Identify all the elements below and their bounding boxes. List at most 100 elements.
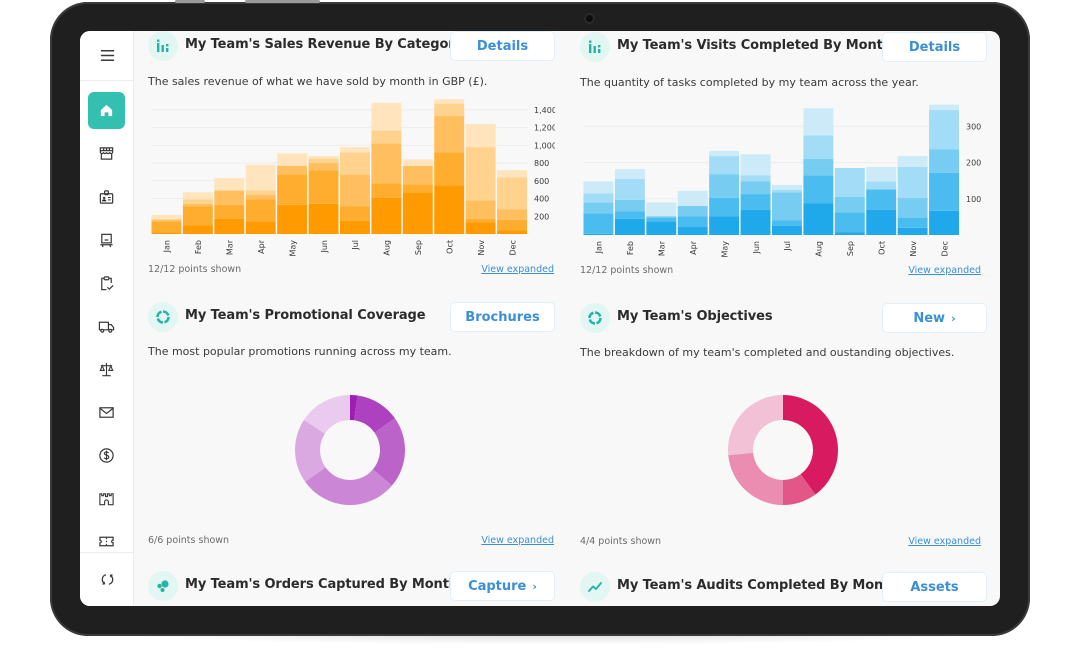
bar-segment-apr-1[interactable] [677,227,708,235]
bar-segment-mar-2[interactable] [646,217,677,222]
bar-segment-apr-5[interactable] [677,190,708,207]
bar-segment-may-5[interactable] [277,153,308,166]
bar-segment-feb-2[interactable] [182,206,213,226]
sidebar-item-finance[interactable] [88,437,125,474]
bar-segment-mar-3[interactable] [214,190,245,205]
bar-segment-nov-1[interactable] [897,227,928,235]
bar-segment-feb-2[interactable] [614,211,645,219]
bar-segment-dec-4[interactable] [497,177,527,210]
bar-segment-aug-5[interactable] [371,102,402,131]
bar-segment-nov-4[interactable] [897,166,928,199]
bar-segment-jun-5[interactable] [740,154,771,176]
bar-segment-apr-1[interactable] [245,221,276,234]
bar-segment-dec-5[interactable] [929,104,959,111]
bar-segment-sep-5[interactable] [402,159,433,166]
bar-segment-feb-1[interactable] [182,225,213,234]
bar-segment-aug-2[interactable] [803,175,834,204]
bar-segment-may-2[interactable] [709,197,740,217]
bar-segment-nov-3[interactable] [897,198,928,218]
bar-segment-sep-1[interactable] [402,192,433,234]
bar-segment-may-4[interactable] [709,156,740,175]
bar-segment-jul-2[interactable] [772,220,802,226]
bar-segment-aug-4[interactable] [371,130,402,144]
bar-segment-dec-2[interactable] [929,172,959,211]
bar-segment-oct-2[interactable] [866,189,897,210]
bar-segment-mar-1[interactable] [214,218,245,234]
bar-segment-sep-1[interactable] [834,232,865,235]
sync-button[interactable] [80,552,134,606]
bar-segment-jul-5[interactable] [340,147,370,153]
bar-segment-feb-4[interactable] [182,199,213,204]
details-button[interactable]: Details [450,31,555,61]
sidebar-item-deliveries[interactable] [88,308,125,345]
bar-segment-dec-3[interactable] [497,209,527,220]
bar-segment-jun-2[interactable] [308,170,339,204]
bar-segment-feb-4[interactable] [614,178,645,200]
assets-button[interactable]: Assets [882,572,987,602]
brochures-button[interactable]: Brochures [450,302,555,332]
bar-segment-mar-5[interactable] [646,202,677,217]
bar-segment-jul-1[interactable] [340,220,370,234]
bar-segment-aug-5[interactable] [803,108,834,136]
bar-segment-jul-5[interactable] [772,185,802,190]
view-expanded-link[interactable]: View expanded [481,535,554,546]
bar-segment-sep-4[interactable] [834,168,865,197]
bar-segment-jan-5[interactable] [583,181,614,194]
bar-segment-sep-2[interactable] [402,184,433,193]
sidebar-item-kiosk[interactable] [88,222,125,259]
bar-segment-jul-2[interactable] [340,206,370,221]
bar-segment-apr-5[interactable] [245,164,276,191]
view-expanded-link[interactable]: View expanded [481,264,554,275]
capture-button[interactable]: Capture › [450,571,555,601]
bar-segment-jan-4[interactable] [583,193,614,203]
donut-slice-4[interactable] [728,395,783,456]
sidebar-item-compliance[interactable] [88,351,125,388]
bar-segment-jun-1[interactable] [308,203,339,234]
bar-segment-feb-5[interactable] [182,192,213,200]
bar-segment-oct-3[interactable] [866,188,897,190]
bar-segment-nov-3[interactable] [465,200,496,219]
bar-segment-nov-2[interactable] [465,218,496,223]
sidebar-item-tasks[interactable] [88,265,125,302]
bar-segment-apr-3[interactable] [245,194,276,200]
view-expanded-link[interactable]: View expanded [908,536,981,547]
bar-segment-jun-2[interactable] [740,194,771,210]
bar-segment-feb-1[interactable] [614,218,645,235]
bar-segment-sep-3[interactable] [834,196,865,213]
bar-segment-apr-4[interactable] [245,190,276,195]
bar-segment-apr-2[interactable] [677,216,708,228]
bar-segment-jan-3[interactable] [583,202,614,214]
bar-segment-oct-3[interactable] [434,116,465,153]
bar-segment-sep-3[interactable] [402,165,433,185]
bar-segment-dec-3[interactable] [929,149,959,173]
bar-segment-jul-3[interactable] [340,174,370,207]
bar-segment-jun-1[interactable] [740,209,771,235]
bar-segment-mar-3[interactable] [646,216,677,218]
bar-segment-dec-1[interactable] [929,210,959,235]
bar-segment-feb-3[interactable] [182,203,213,207]
bar-segment-may-2[interactable] [277,174,308,205]
bar-segment-may-3[interactable] [277,165,308,175]
sidebar-item-store[interactable] [88,135,125,172]
bar-segment-apr-2[interactable] [245,199,276,222]
bar-segment-may-1[interactable] [709,216,740,235]
bar-segment-jan-5[interactable] [151,214,182,219]
bar-segment-oct-1[interactable] [434,185,465,234]
bar-segment-jun-5[interactable] [308,155,339,159]
bar-segment-oct-1[interactable] [866,209,897,235]
bar-segment-aug-2[interactable] [371,183,402,198]
bar-segment-jun-4[interactable] [308,158,339,164]
bar-segment-dec-5[interactable] [497,170,527,178]
bar-segment-jul-1[interactable] [772,225,802,235]
bar-segment-jan-1[interactable] [583,233,614,235]
bar-segment-aug-1[interactable] [803,203,834,235]
view-expanded-link[interactable]: View expanded [908,265,981,276]
bar-segment-feb-3[interactable] [614,199,645,212]
bar-segment-feb-5[interactable] [614,169,645,179]
bar-segment-jun-3[interactable] [740,181,771,195]
sidebar-item-contacts[interactable] [88,179,125,216]
bar-segment-jul-3[interactable] [772,192,802,221]
bar-segment-oct-4[interactable] [434,103,465,117]
bar-segment-may-5[interactable] [709,150,740,157]
sidebar-item-home[interactable] [88,92,125,129]
